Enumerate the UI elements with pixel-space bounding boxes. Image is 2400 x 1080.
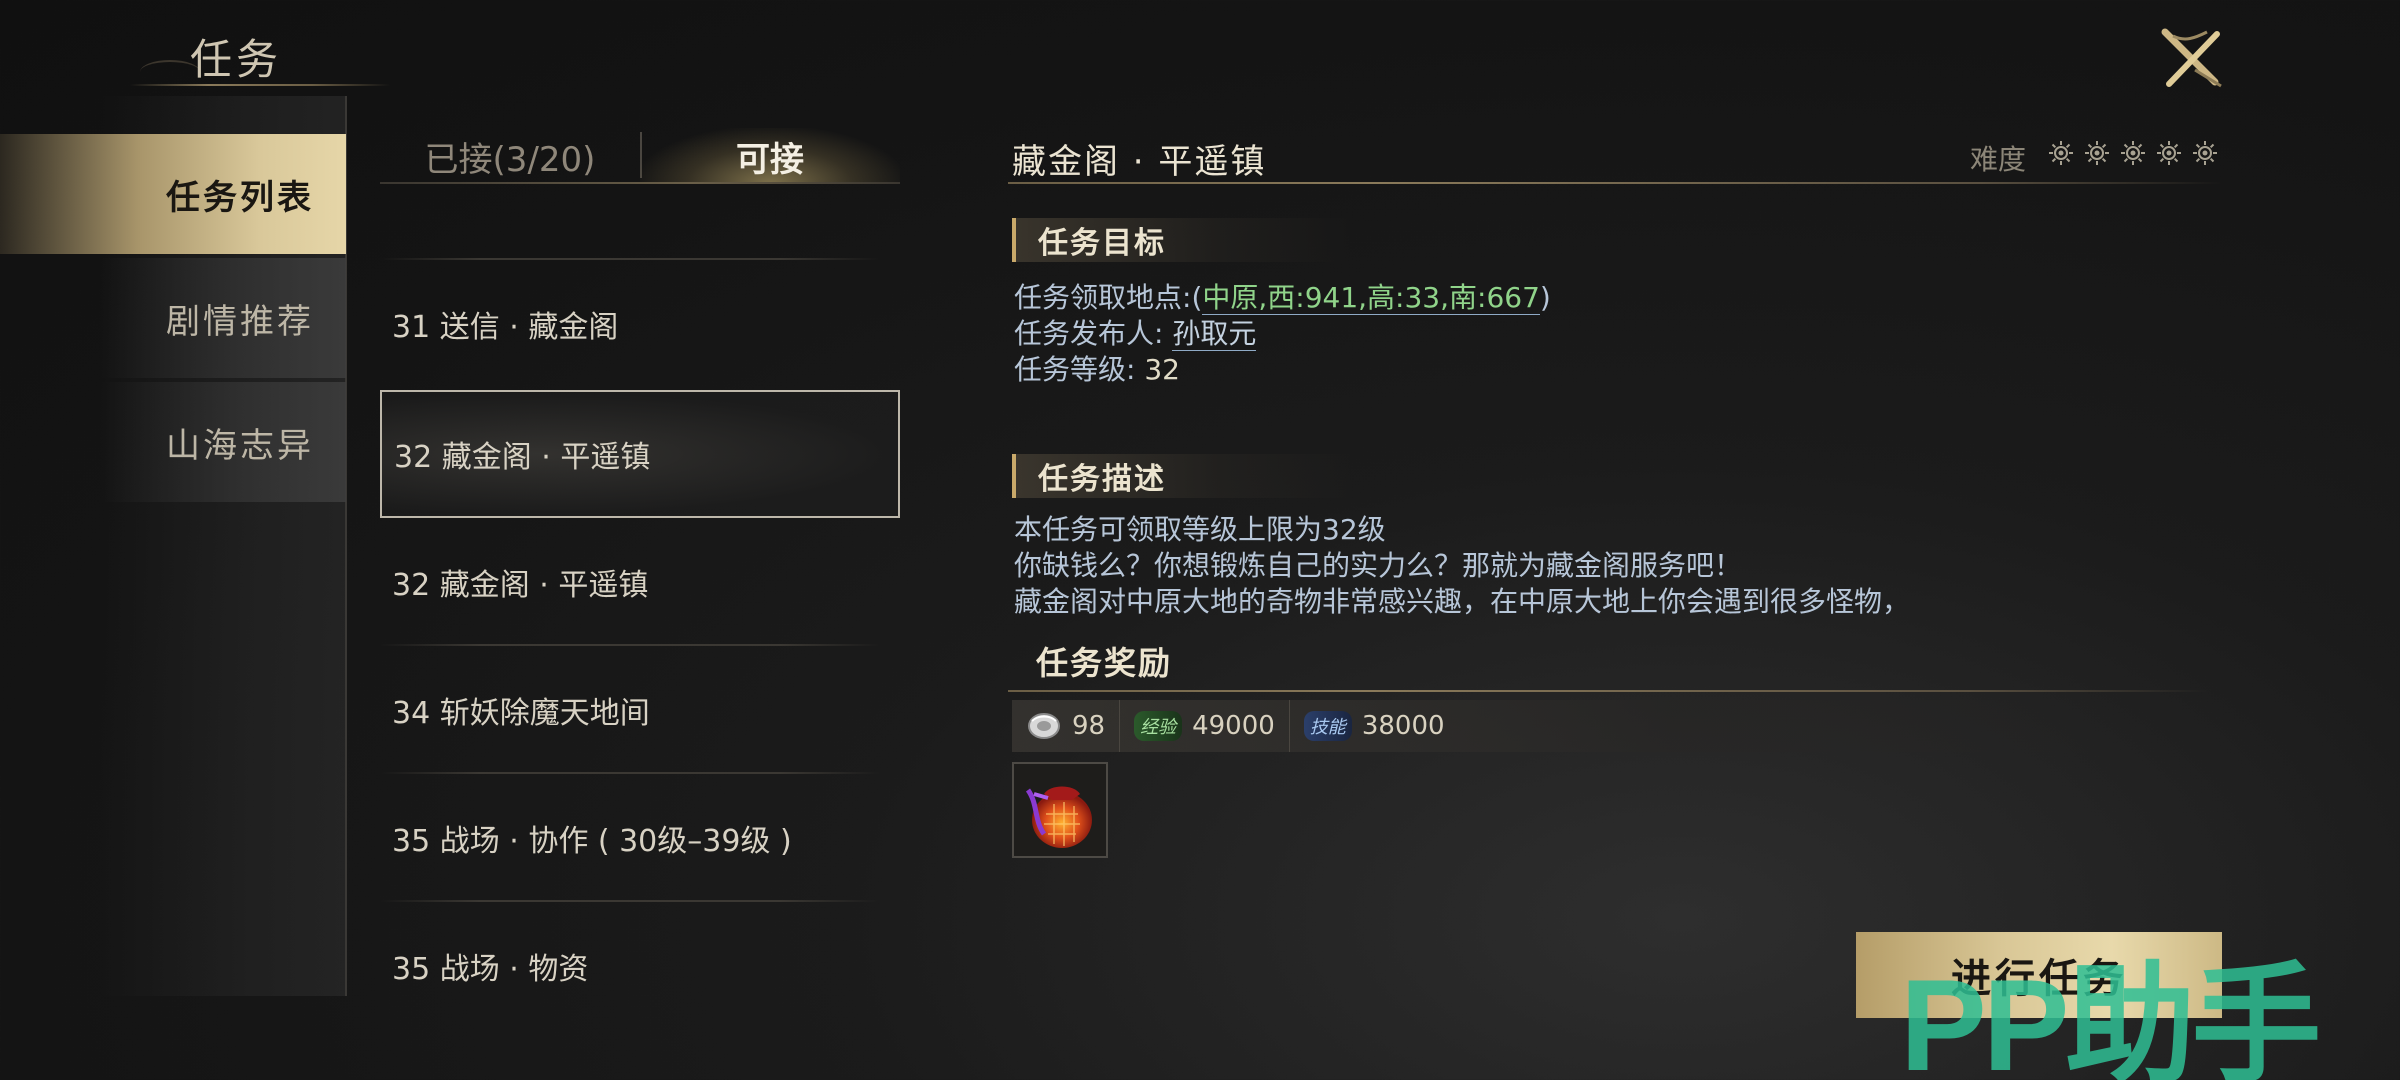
- close-button[interactable]: [2155, 24, 2231, 94]
- description-line: 你缺钱么？你想锻炼自己的实力么？那就为藏金阁服务吧！: [1014, 549, 1743, 582]
- difficulty-star-icon: [2157, 141, 2181, 165]
- skill-badge-icon: 技能: [1303, 711, 1352, 741]
- difficulty-star-icon: [2121, 141, 2145, 165]
- description-heading: 任务描述: [1012, 454, 1352, 498]
- publisher-link[interactable]: 孙取元: [1172, 317, 1257, 351]
- nav-item-shanhai[interactable]: 山海志异: [100, 382, 346, 502]
- quest-publisher-line: 任务发布人: 孙取元: [1014, 312, 1257, 352]
- quest-detail-title: 藏金阁 · 平遥镇: [1012, 142, 1267, 182]
- quest-label: 34 斩妖除魔天地间: [392, 696, 650, 731]
- quest-list-item[interactable]: 35 战场 · 物资: [380, 902, 900, 1030]
- level-label: 任务等级:: [1014, 353, 1145, 386]
- location-paren-close: ): [1539, 281, 1551, 314]
- reward-underline: [1008, 690, 2208, 692]
- tab-available[interactable]: 可接: [640, 128, 900, 184]
- reward-row: 98 经验 49000 技能 38000: [1012, 700, 2112, 752]
- location-link[interactable]: 中原,西:941,高:33,南:667: [1202, 281, 1540, 315]
- quest-description[interactable]: 本任务可领取等级上限为32级 你缺钱么？你想锻炼自己的实力么？那就为藏金阁服务吧…: [1014, 512, 2014, 622]
- difficulty-star-icon: [2085, 141, 2109, 165]
- window-title: 任务: [190, 35, 283, 84]
- location-label: 任务领取地点:: [1014, 281, 1192, 314]
- nav-item-label: 剧情推荐: [166, 301, 314, 342]
- coin-amount: 98: [1072, 711, 1106, 741]
- quest-label: 31 送信 · 藏金阁: [392, 310, 619, 345]
- pp-assistant-watermark: PP助手: [1900, 952, 2321, 1080]
- exp-badge-icon: 经验: [1134, 711, 1183, 741]
- detail-title-underline: [1008, 182, 2223, 184]
- nav-item-story[interactable]: 剧情推荐: [100, 258, 346, 378]
- reward-item-slot[interactable]: [1012, 762, 1108, 858]
- nav-item-quest-list[interactable]: 任务列表: [0, 134, 346, 254]
- reward-coin: 98: [1012, 700, 1121, 752]
- close-x-icon: [2161, 28, 2222, 88]
- difficulty-star-icon: [2193, 141, 2217, 165]
- difficulty-star-icon: [2049, 141, 2073, 165]
- nav-item-label: 山海志异: [166, 425, 314, 466]
- quest-label: 35 战场 · 协作 ( 30级–39级 ): [392, 824, 792, 859]
- quest-list-item[interactable]: 31 送信 · 藏金阁: [380, 260, 900, 388]
- location-paren-open: (: [1191, 281, 1203, 314]
- objective-heading: 任务目标: [1012, 218, 1352, 262]
- exp-amount: 49000: [1192, 711, 1275, 741]
- nav-item-label: 任务列表: [166, 177, 314, 218]
- difficulty-label: 难度: [1970, 143, 2027, 176]
- quest-label: 32 藏金阁 · 平遥镇: [392, 568, 649, 603]
- reward-skill: 技能 38000: [1290, 700, 1459, 752]
- description-line: 本任务可领取等级上限为32级: [1014, 513, 1386, 546]
- quest-label: 35 战场 · 物资: [392, 952, 589, 987]
- quest-location-line: 任务领取地点:(中原,西:941,高:33,南:667): [1014, 276, 1551, 316]
- skill-amount: 38000: [1361, 711, 1445, 741]
- quest-list-item[interactable]: 34 斩妖除魔天地间: [380, 646, 900, 774]
- difficulty-rating: [2048, 140, 2218, 166]
- tab-underline: [380, 182, 900, 184]
- quest-label: 32 藏金阁 · 平遥镇: [394, 440, 651, 475]
- quest-list-item[interactable]: 35 战场 · 协作 ( 30级–39级 ): [380, 774, 900, 902]
- quest-level-line: 任务等级: 32: [1014, 348, 1180, 388]
- title-underline: [130, 84, 390, 86]
- treasure-pouch-icon: [1025, 786, 1092, 848]
- description-line: 藏金阁对中原大地的奇物非常感兴趣，在中原大地上你会遇到很多怪物，: [1014, 585, 1911, 618]
- quest-list-item-selected[interactable]: 32 藏金阁 · 平遥镇: [380, 390, 900, 518]
- publisher-label: 任务发布人:: [1014, 317, 1173, 350]
- reward-heading: 任务奖励: [1036, 644, 1173, 682]
- quest-list-item[interactable]: 32 藏金阁 · 平遥镇: [380, 518, 900, 646]
- reward-exp: 经验 49000: [1120, 700, 1290, 752]
- silver-coin-icon: [1028, 713, 1060, 739]
- level-value: 32: [1144, 353, 1180, 386]
- tab-accepted[interactable]: 已接(3/20): [380, 128, 640, 184]
